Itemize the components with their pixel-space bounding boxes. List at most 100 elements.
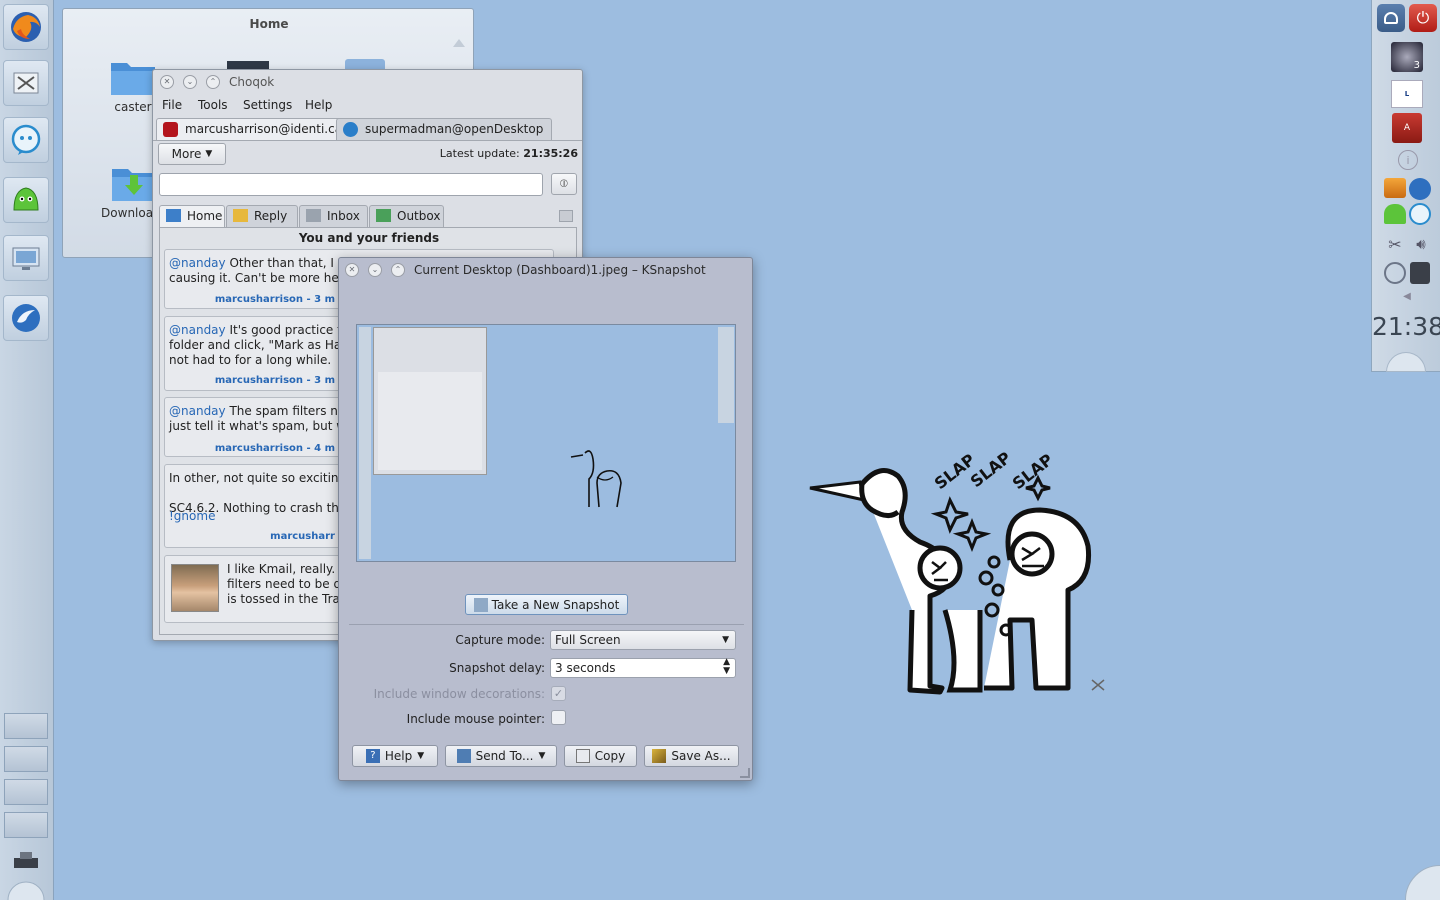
send-to-button[interactable]: Send To... ▼ xyxy=(445,745,557,767)
device-notifier-icon[interactable] xyxy=(10,848,42,874)
menu-settings[interactable]: Settings xyxy=(243,98,292,112)
expand-tray-icon[interactable]: ◀ xyxy=(1402,290,1412,302)
menubar: File Tools Settings Help xyxy=(153,95,582,117)
kopete-tray-icon[interactable] xyxy=(1384,204,1406,224)
post-input[interactable] xyxy=(159,173,543,196)
take-snapshot-label: Take a New Snapshot xyxy=(491,597,620,612)
clock[interactable]: 21:38 xyxy=(1372,312,1440,341)
minimize-button[interactable]: ⌄ xyxy=(368,263,382,277)
menu-tools[interactable]: Tools xyxy=(198,98,228,112)
window-title: Current Desktop (Dashboard)1.jpeg – KSna… xyxy=(414,263,706,277)
post-meta[interactable]: marcusharrison - 3 m xyxy=(165,292,335,307)
include-pointer-checkbox[interactable] xyxy=(551,710,566,725)
green-blob-icon xyxy=(13,187,39,211)
chevron-down-icon: ▼ xyxy=(205,149,213,159)
linux-magazine-icon[interactable]: L xyxy=(1391,80,1423,108)
wallpaper-drawing: SLAP SLAP SLAP xyxy=(809,450,1105,695)
pager-desktop-2[interactable] xyxy=(4,746,48,772)
info-icon[interactable]: i xyxy=(1398,150,1418,170)
lock-screen-icon[interactable] xyxy=(1377,4,1405,32)
capture-mode-label: Capture mode: xyxy=(455,633,545,647)
notes-widget-icon[interactable]: 3 xyxy=(1391,42,1423,72)
network-icon[interactable] xyxy=(1384,262,1406,284)
avatar xyxy=(171,564,219,612)
spin-arrows-icon[interactable]: ▲ ▼ xyxy=(723,658,730,676)
desktop-toolbox-icon[interactable] xyxy=(1405,865,1440,900)
chevron-down-icon: ▼ xyxy=(722,635,729,645)
logout-icon[interactable]: ⏻ xyxy=(1409,4,1437,32)
tab-outbox[interactable]: Outbox xyxy=(369,205,444,227)
include-decorations-label: Include window decorations: xyxy=(373,687,545,701)
close-button[interactable]: ✕ xyxy=(160,75,174,89)
timeline-heading: You and your friends xyxy=(298,231,440,245)
dolphin-launcher[interactable] xyxy=(3,295,49,341)
snapshot-delay-spinbox[interactable]: 3 seconds ▲ ▼ xyxy=(550,658,736,678)
copy-button[interactable]: Copy xyxy=(564,745,637,767)
ksnapshot-titlebar[interactable]: ✕ ⌄ ⌃ Current Desktop (Dashboard)1.jpeg … xyxy=(339,258,752,282)
include-decorations-checkbox[interactable]: ✓ xyxy=(551,686,566,701)
dolphin-icon xyxy=(12,304,40,332)
pager-desktop-4[interactable] xyxy=(4,812,48,838)
copy-button-label: Copy xyxy=(594,749,626,763)
help-button[interactable]: ? Help ▼ xyxy=(352,745,438,767)
tab-reply[interactable]: Reply xyxy=(226,205,298,227)
resize-grip[interactable] xyxy=(740,768,750,778)
cashew-icon[interactable] xyxy=(1386,352,1426,372)
camera-icon xyxy=(473,597,488,612)
menu-help[interactable]: Help xyxy=(305,98,332,112)
folder-icon xyxy=(111,63,155,95)
account-tab-identica[interactable]: marcusharrison@identi.ca xyxy=(156,118,352,140)
firefox-icon xyxy=(11,12,41,42)
post-meta[interactable]: marcusharr xyxy=(165,529,335,544)
dolphin-tray-icon[interactable] xyxy=(1409,178,1431,200)
capture-mode-value: Full Screen xyxy=(555,633,621,647)
preview-right-panel xyxy=(718,327,734,423)
choqok-tray-icon[interactable] xyxy=(1409,203,1431,225)
post-meta[interactable]: marcusharrison - 4 m xyxy=(165,441,335,456)
printer-tray-icon[interactable] xyxy=(1410,262,1430,284)
minimize-button[interactable]: ⌄ xyxy=(183,75,197,89)
kopete-launcher[interactable] xyxy=(3,177,49,223)
attach-button[interactable]: ⦶ xyxy=(551,173,577,195)
cashew-icon[interactable] xyxy=(6,876,46,900)
ksnapshot-window: ✕ ⌄ ⌃ Current Desktop (Dashboard)1.jpeg … xyxy=(338,257,753,781)
save-as-icon xyxy=(652,749,667,763)
take-snapshot-button[interactable]: Take a New Snapshot xyxy=(465,594,628,615)
preview-left-panel xyxy=(359,327,371,559)
close-button[interactable]: ✕ xyxy=(345,263,359,277)
post-meta[interactable]: marcusharrison - 3 m xyxy=(165,373,335,388)
ksnapshot-launcher[interactable] xyxy=(3,60,49,106)
folder-view-title: Home xyxy=(249,17,289,31)
maximize-button[interactable]: ⌃ xyxy=(206,75,220,89)
tab-inbox[interactable]: Inbox xyxy=(299,205,368,227)
firefox-launcher[interactable] xyxy=(3,4,49,50)
help-button-label: Help xyxy=(384,749,413,763)
scissors-icon[interactable]: ✂ xyxy=(1384,233,1406,255)
left-panel xyxy=(0,0,54,900)
choqok-launcher[interactable] xyxy=(3,117,49,163)
more-button[interactable]: More ▼ xyxy=(158,143,226,165)
snapshot-preview[interactable] xyxy=(356,324,736,562)
system-settings-launcher[interactable] xyxy=(3,235,49,281)
snapshot-delay-value: 3 seconds xyxy=(555,661,616,675)
post-group-tag[interactable]: !gnome xyxy=(169,509,215,524)
folder-scrollbar[interactable] xyxy=(452,39,466,69)
rss-icon[interactable] xyxy=(1384,178,1406,198)
capture-mode-select[interactable]: Full Screen ▼ xyxy=(550,630,736,650)
maximize-button[interactable]: ⌃ xyxy=(391,263,405,277)
home-icon xyxy=(166,209,181,222)
reply-icon xyxy=(233,209,248,222)
tab-home[interactable]: Home xyxy=(159,205,225,227)
tab-label: Reply xyxy=(254,209,288,223)
volume-icon[interactable]: 🔊︎ xyxy=(1409,233,1433,255)
save-as-button[interactable]: Save As... xyxy=(644,745,739,767)
menu-file[interactable]: File xyxy=(162,98,182,112)
choqok-titlebar[interactable]: ✕ ⌄ ⌃ Choqok xyxy=(153,70,582,94)
dictionary-icon[interactable]: A xyxy=(1392,113,1422,143)
account-tab-opendesktop[interactable]: supermadman@openDesktop xyxy=(336,118,553,140)
close-tab-icon[interactable] xyxy=(559,210,573,222)
tab-label: Outbox xyxy=(397,209,441,223)
opendesktop-icon xyxy=(343,122,358,137)
pager-desktop-3[interactable] xyxy=(4,779,48,805)
pager-desktop-1[interactable] xyxy=(4,713,48,739)
